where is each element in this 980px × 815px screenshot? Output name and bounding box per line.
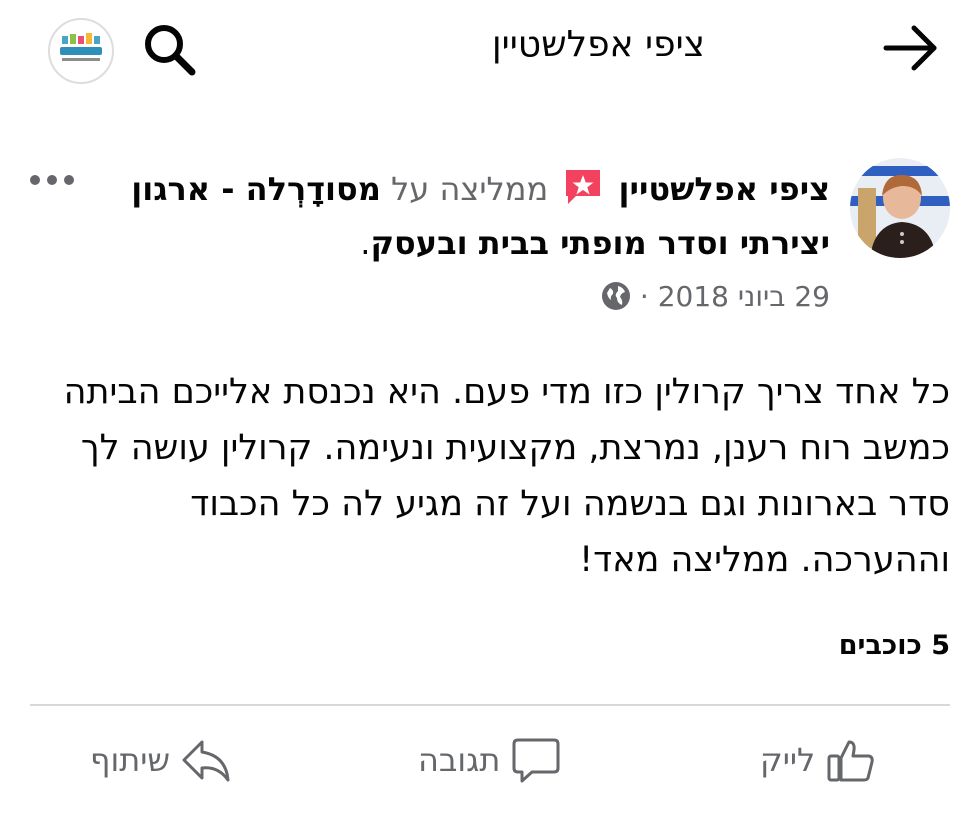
trailing-dot: . — [360, 224, 371, 262]
author-name[interactable]: ציפי אפלשטיין — [619, 170, 830, 208]
globe-icon — [601, 281, 631, 311]
like-icon — [827, 740, 874, 782]
author-avatar[interactable] — [850, 158, 950, 258]
post-meta: 29 ביוני 2018 · — [580, 280, 830, 313]
more-icon[interactable] — [28, 168, 76, 192]
comment-label: תגובה — [418, 741, 501, 779]
like-label: לייק — [760, 741, 816, 779]
divider — [30, 704, 950, 706]
post-date[interactable]: 29 ביוני 2018 — [658, 280, 830, 313]
page-title: ציפי אפלשטיין — [491, 24, 705, 65]
page-logo[interactable] — [48, 18, 114, 84]
post-header: ציפי אפלשטיין ממליצה על מסודָרְלה - ארגו… — [110, 162, 830, 270]
share-button[interactable]: שיתוף — [90, 732, 232, 788]
top-bar: ציפי אפלשטיין — [0, 0, 980, 100]
search-icon[interactable] — [142, 22, 198, 78]
recommend-icon — [562, 166, 604, 208]
share-label: שיתוף — [90, 741, 171, 779]
comment-button[interactable]: תגובה — [418, 732, 562, 788]
like-button[interactable]: לייק — [760, 732, 877, 788]
post-body: כל אחד צריך קרולין כזו מדי פעם. היא נכנס… — [63, 372, 950, 580]
comment-icon — [512, 738, 560, 783]
share-icon — [182, 740, 230, 782]
rating-text: 5 כוכבים — [838, 630, 950, 661]
back-arrow-icon[interactable] — [880, 20, 940, 76]
meta-separator: · — [639, 280, 649, 313]
recommends-text: ממליצה על — [391, 170, 549, 208]
